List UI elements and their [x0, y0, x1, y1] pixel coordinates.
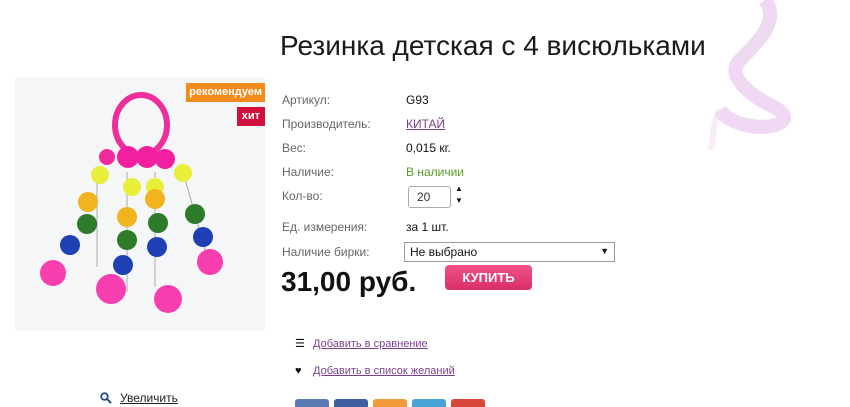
unit-label: Ед. измерения: — [282, 220, 368, 234]
unit-value: за 1 шт. — [406, 220, 449, 234]
product-price: 31,00 руб. — [281, 266, 417, 297]
product-title: Резинка детская с 4 висюльками — [280, 30, 706, 61]
compare-action[interactable]: ☰ Добавить в сравнение — [295, 337, 428, 351]
share-button[interactable] — [334, 399, 368, 407]
quantity-input[interactable]: 20 — [408, 186, 451, 208]
article-label: Артикул: — [282, 93, 331, 107]
availability-value: В наличии — [406, 165, 465, 179]
stepper-down-icon[interactable]: ▼ — [454, 195, 464, 207]
share-buttons — [295, 399, 485, 407]
quantity-stepper[interactable]: ▲ ▼ — [454, 183, 464, 209]
article-value: G93 — [406, 93, 429, 107]
tag-label: Наличие бирки: — [282, 245, 370, 259]
recommend-badge: рекомендуем — [186, 83, 265, 102]
share-button[interactable] — [373, 399, 407, 407]
share-button[interactable] — [451, 399, 485, 407]
tag-select-value: Не выбрано — [410, 245, 478, 259]
share-button[interactable] — [412, 399, 446, 407]
tag-select[interactable]: Не выбрано ▼ — [404, 242, 615, 262]
product-photo — [40, 92, 223, 313]
heart-icon: ♥ — [295, 365, 302, 377]
manufacturer-label: Производитель: — [282, 117, 371, 131]
chevron-down-icon: ▼ — [600, 246, 609, 256]
hit-badge: хит — [236, 107, 265, 126]
list-icon: ☰ — [295, 338, 305, 350]
share-button[interactable] — [295, 399, 329, 407]
zoom-link[interactable]: Увеличить — [100, 391, 178, 405]
wishlist-link[interactable]: Добавить в список желаний — [313, 365, 455, 377]
weight-label: Вес: — [282, 141, 307, 155]
ribbon-decoration — [707, 0, 791, 150]
buy-button[interactable]: КУПИТЬ — [445, 265, 532, 290]
quantity-label: Кол-во: — [282, 189, 323, 203]
wishlist-action[interactable]: ♥ Добавить в список желаний — [295, 365, 455, 377]
manufacturer-link[interactable]: КИТАЙ — [406, 117, 445, 131]
search-icon — [100, 392, 112, 404]
compare-link[interactable]: Добавить в сравнение — [313, 338, 428, 350]
availability-label: Наличие: — [282, 165, 335, 179]
product-image[interactable]: рекомендуем хит — [15, 77, 265, 331]
weight-value: 0,015 кг. — [406, 141, 451, 155]
zoom-label: Увеличить — [120, 391, 178, 405]
stepper-up-icon[interactable]: ▲ — [454, 183, 464, 195]
